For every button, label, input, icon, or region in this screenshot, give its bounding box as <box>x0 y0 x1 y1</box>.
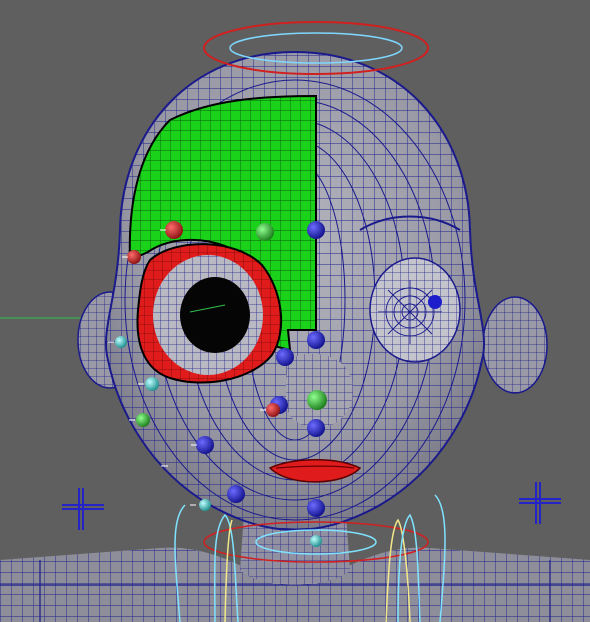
joint-sphere-icon[interactable] <box>165 221 183 239</box>
scene-canvas[interactable] <box>0 0 590 622</box>
joint-sphere-icon[interactable] <box>276 348 294 366</box>
left-eye[interactable] <box>180 277 250 353</box>
joint-sphere-icon[interactable] <box>307 390 327 410</box>
right-eye[interactable] <box>369 257 461 363</box>
joint-sphere-icon[interactable] <box>136 413 150 427</box>
joint-sphere-icon[interactable] <box>307 221 325 239</box>
joint-sphere-icon[interactable] <box>199 499 211 511</box>
joint-sphere-icon[interactable] <box>307 419 325 437</box>
joint-sphere-icon[interactable] <box>307 331 325 349</box>
joint-sphere-icon[interactable] <box>227 485 245 503</box>
right-locator[interactable] <box>519 482 561 524</box>
joint-sphere-icon[interactable] <box>307 499 325 517</box>
left-locator[interactable] <box>62 488 104 530</box>
joint-sphere-icon[interactable] <box>196 436 214 454</box>
3d-viewport[interactable] <box>0 0 590 622</box>
joint-sphere-icon[interactable] <box>266 403 280 417</box>
joint-sphere-icon[interactable] <box>256 223 274 241</box>
joint-sphere-icon[interactable] <box>310 535 322 547</box>
right-ear[interactable] <box>482 296 548 394</box>
joint-sphere-icon[interactable] <box>145 377 159 391</box>
joint-sphere-icon[interactable] <box>115 336 127 348</box>
joint-sphere-icon[interactable] <box>127 250 141 264</box>
